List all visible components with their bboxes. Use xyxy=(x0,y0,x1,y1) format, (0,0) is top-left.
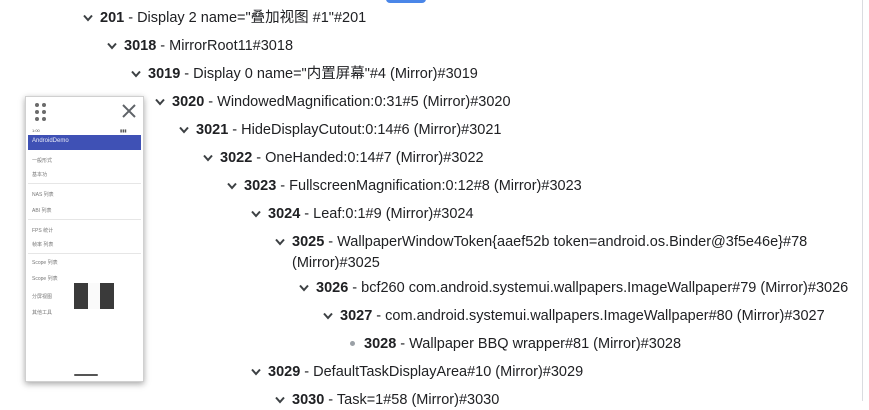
list-item: ABI 列表 xyxy=(32,208,52,214)
node-label: - Task=1#58 (Mirror)#3030 xyxy=(324,392,500,408)
node-label: - WallpaperWindowToken{aaef52b token=and… xyxy=(324,234,808,250)
tree-node-3021[interactable]: 3021 - HideDisplayCutout:0:14#6 (Mirror)… xyxy=(179,120,502,140)
chevron-down-icon[interactable] xyxy=(322,310,334,322)
node-label: - DefaultTaskDisplayArea#10 (Mirror)#302… xyxy=(300,364,584,380)
chevron-down-icon[interactable] xyxy=(106,40,118,52)
node-label: - bcf260 com.android.systemui.wallpapers… xyxy=(348,280,849,296)
divider xyxy=(28,183,141,184)
tree-node-3025[interactable]: 3025 - WallpaperWindowToken{aaef52b toke… xyxy=(275,232,808,252)
list-item: Scope 列表 xyxy=(32,276,58,282)
split-view-thumbnail xyxy=(74,283,114,309)
list-item: FPS 统计 xyxy=(32,228,54,234)
node-id: 3030 xyxy=(292,392,325,408)
node-id: 3027 xyxy=(340,308,373,324)
divider xyxy=(28,219,141,220)
tree-node-3030[interactable]: 3030 - Task=1#58 (Mirror)#3030 xyxy=(275,390,500,410)
node-label: - MirrorRoot11#3018 xyxy=(156,38,294,54)
tree-node-3022[interactable]: 3022 - OneHanded:0:14#7 (Mirror)#3022 xyxy=(203,148,484,168)
list-item: Scope 列表 xyxy=(32,260,58,266)
chevron-down-icon[interactable] xyxy=(154,96,166,108)
node-id: 3018 xyxy=(124,38,157,54)
node-id: 3023 xyxy=(244,178,277,194)
node-label-continued: (Mirror)#3025 xyxy=(292,255,380,271)
tab-indicator xyxy=(386,0,426,3)
node-label: - Display 2 name="叠加视图 #1"#201 xyxy=(124,10,367,26)
chevron-down-icon[interactable] xyxy=(82,12,94,24)
node-label: - com.android.systemui.wallpapers.ImageW… xyxy=(372,308,825,324)
chevron-down-icon[interactable] xyxy=(298,282,310,294)
tree-node-3020[interactable]: 3020 - WindowedMagnification:0:31#5 (Mir… xyxy=(155,92,511,112)
node-id: 3021 xyxy=(196,122,229,138)
list-item: 帧率 列表 xyxy=(32,242,54,248)
thumbnail-divider xyxy=(88,283,100,309)
node-label: - Display 0 name="内置屏幕"#4 (Mirror)#3019 xyxy=(180,66,478,82)
chevron-down-icon[interactable] xyxy=(202,152,214,164)
tree-node-3029[interactable]: 3029 - DefaultTaskDisplayArea#10 (Mirror… xyxy=(251,362,584,382)
tree-node-201[interactable]: 201 - Display 2 name="叠加视图 #1"#201 xyxy=(83,8,367,28)
tree-node-3018[interactable]: 3018 - MirrorRoot11#3018 xyxy=(107,36,294,56)
tree-node-3028[interactable]: 3028 - Wallpaper BBQ wrapper#81 (Mirror)… xyxy=(350,334,682,354)
app-bar: AndroidDemo xyxy=(28,135,141,150)
list-item: NAS 列表 xyxy=(32,192,54,198)
tree-node-3023[interactable]: 3023 - FullscreenMagnification:0:12#8 (M… xyxy=(227,176,582,196)
node-label: - WindowedMagnification:0:31#5 (Mirror)#… xyxy=(204,94,511,110)
list-item: 其他工具 xyxy=(32,310,53,316)
node-id: 3025 xyxy=(292,234,325,250)
tree-node-3019[interactable]: 3019 - Display 0 name="内置屏幕"#4 (Mirror)#… xyxy=(131,64,478,84)
status-time: 1:00 xyxy=(32,128,40,133)
tree-node-3024[interactable]: 3024 - Leaf:0:1#9 (Mirror)#3024 xyxy=(251,204,474,224)
node-label: - Wallpaper BBQ wrapper#81 (Mirror)#3028 xyxy=(396,336,682,352)
divider xyxy=(28,253,141,254)
node-id: 3028 xyxy=(364,336,397,352)
node-id: 3024 xyxy=(268,206,301,222)
node-id: 3029 xyxy=(268,364,301,380)
node-label: - Leaf:0:1#9 (Mirror)#3024 xyxy=(300,206,474,222)
status-bar: 1:00 ▮▮▮ xyxy=(28,127,141,135)
list-item: 一般形式 xyxy=(32,158,53,164)
tree-node-3025-wrap: (Mirror)#3025 xyxy=(292,253,380,273)
node-id: 201 xyxy=(100,10,125,26)
battery-icon: ▮▮▮ xyxy=(120,128,127,133)
vertical-divider xyxy=(862,0,863,401)
chevron-down-icon[interactable] xyxy=(250,208,262,220)
node-label: - FullscreenMagnification:0:12#8 (Mirror… xyxy=(276,178,582,194)
node-id: 3026 xyxy=(316,280,349,296)
tree-node-3026[interactable]: 3026 - bcf260 com.android.systemui.wallp… xyxy=(299,278,849,298)
node-id: 3020 xyxy=(172,94,205,110)
tree-node-3027[interactable]: 3027 - com.android.systemui.wallpapers.I… xyxy=(323,306,825,326)
chevron-down-icon[interactable] xyxy=(274,236,286,248)
chevron-down-icon[interactable] xyxy=(178,124,190,136)
node-label: - HideDisplayCutout:0:14#6 (Mirror)#3021 xyxy=(228,122,502,138)
list-item: 分屏视图 xyxy=(32,294,53,300)
chevron-down-icon[interactable] xyxy=(226,180,238,192)
screen-preview-panel[interactable]: 1:00 ▮▮▮ AndroidDemo 一般形式 基本功 NAS 列表 ABI… xyxy=(25,96,144,382)
drag-handle-icon[interactable] xyxy=(35,103,49,121)
chevron-down-icon[interactable] xyxy=(250,366,262,378)
chevron-down-icon[interactable] xyxy=(130,68,142,80)
node-id: 3019 xyxy=(148,66,181,82)
chevron-down-icon[interactable] xyxy=(274,394,286,406)
app-title: AndroidDemo xyxy=(32,138,69,144)
close-icon[interactable] xyxy=(120,102,138,120)
list-item: 基本功 xyxy=(32,172,48,178)
node-id: 3022 xyxy=(220,150,253,166)
nav-gesture-bar xyxy=(74,374,98,376)
node-label: - OneHanded:0:14#7 (Mirror)#3022 xyxy=(252,150,484,166)
bullet-icon xyxy=(350,341,355,346)
device-screenshot: 1:00 ▮▮▮ AndroidDemo 一般形式 基本功 NAS 列表 ABI… xyxy=(28,127,141,379)
